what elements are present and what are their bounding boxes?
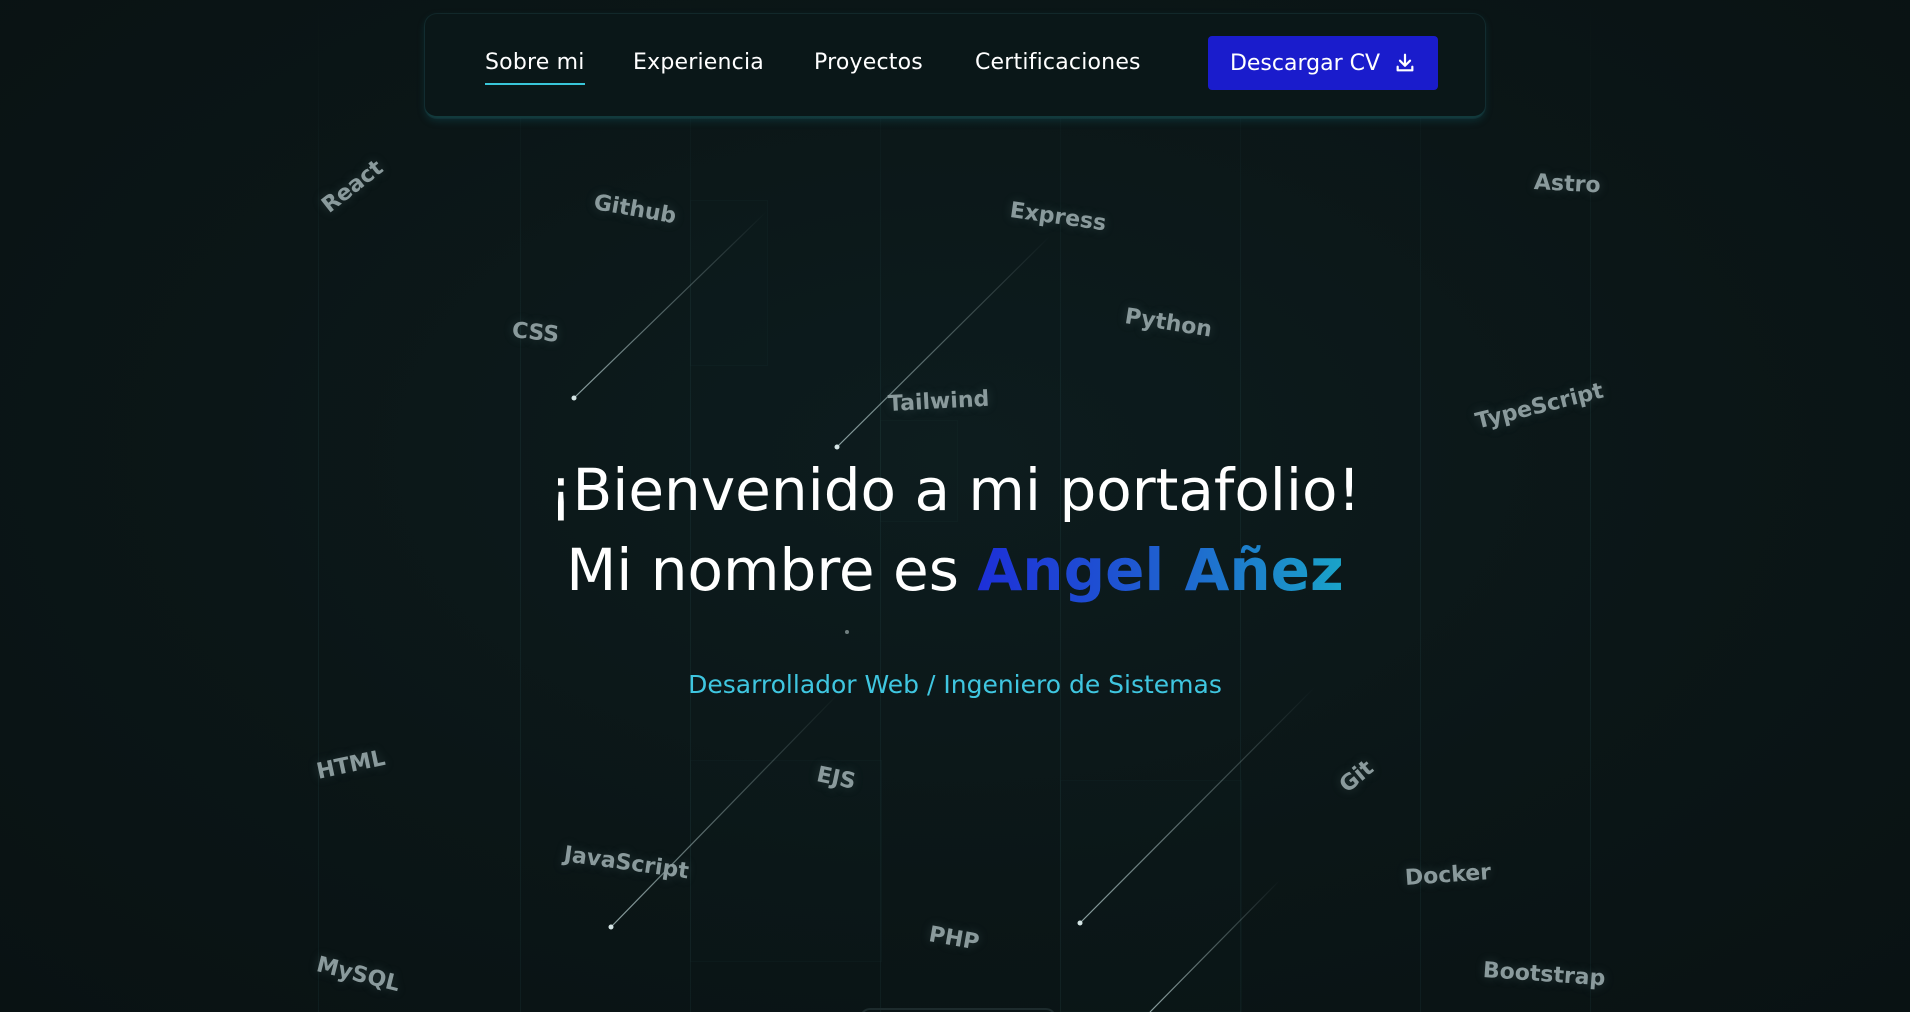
shooting-star: [1149, 879, 1281, 1012]
shooting-star: [1079, 685, 1317, 924]
download-cv-button[interactable]: Descargar CV: [1208, 36, 1438, 90]
shooting-star: [573, 211, 767, 399]
tech-label-tailwind: Tailwind: [887, 386, 990, 417]
download-cv-label: Descargar CV: [1229, 50, 1381, 76]
hero-name-prefix: Mi nombre es: [566, 536, 978, 604]
star-dot: [845, 630, 849, 634]
download-icon: [1396, 53, 1414, 72]
hero-welcome-title: ¡Bienvenido a mi portafolio!: [549, 456, 1361, 524]
hero-subtitle: Desarrollador Web / Ingeniero de Sistema…: [688, 670, 1222, 699]
nav-link-experiencia[interactable]: Experiencia: [633, 50, 764, 75]
portfolio-page: React Github Express Astro CSS Python Ta…: [0, 0, 1910, 1012]
tech-label-astro: Astro: [1533, 170, 1602, 199]
star-dot: [834, 444, 840, 450]
hero-name-title: Mi nombre es Angel Añez: [0, 536, 1910, 604]
navbar: Sobre mi Experiencia Proyectos Certifica…: [425, 14, 1485, 118]
nav-link-certificaciones[interactable]: Certificaciones: [975, 50, 1141, 75]
hero-name: Angel Añez: [977, 536, 1344, 604]
scroll-indicator[interactable]: [860, 1008, 1056, 1012]
star-dot: [1077, 920, 1083, 926]
shooting-star: [836, 235, 1051, 448]
star-dot: [571, 395, 577, 401]
shooting-star: [610, 691, 841, 928]
tech-label-css: CSS: [510, 318, 561, 348]
star-dot: [608, 924, 614, 930]
nav-link-proyectos[interactable]: Proyectos: [814, 50, 923, 75]
nav-link-sobre-mi[interactable]: Sobre mi: [485, 50, 585, 85]
